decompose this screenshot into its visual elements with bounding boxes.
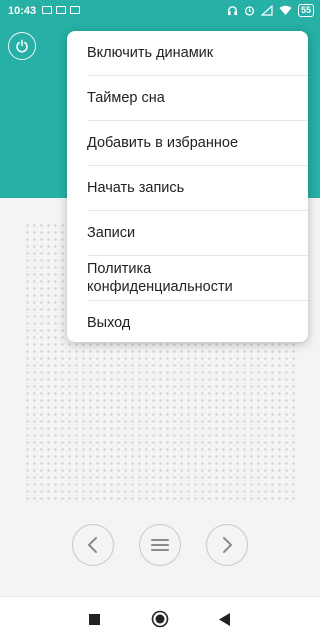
system-icons: 55 — [227, 4, 314, 17]
previous-button[interactable] — [72, 524, 114, 566]
battery-indicator: 55 — [297, 4, 314, 17]
alarm-icon — [244, 6, 255, 16]
menu-item-recordings[interactable]: Записи — [87, 211, 308, 256]
chevron-left-icon — [88, 537, 97, 553]
status-time: 10:43 — [8, 5, 37, 17]
notification-icons — [42, 6, 80, 14]
status-bar: 10:43 55 — [0, 0, 320, 24]
menu-item-exit[interactable]: Выход — [87, 301, 308, 345]
chevron-right-icon — [223, 537, 232, 553]
signal-icon — [260, 5, 273, 16]
recents-button[interactable] — [84, 609, 104, 629]
menu-lines-icon — [151, 539, 169, 551]
overflow-menu: Включить динамик Таймер сна Добавить в и… — [67, 31, 308, 342]
home-button[interactable] — [150, 609, 170, 629]
system-navigation-bar — [0, 596, 320, 640]
power-button[interactable] — [8, 32, 36, 60]
back-button[interactable] — [215, 609, 235, 629]
notification-icon — [56, 6, 66, 14]
menu-item-sleep-timer[interactable]: Таймер сна — [87, 76, 308, 121]
square-recents-icon — [88, 613, 100, 625]
notification-icon — [42, 6, 52, 14]
triangle-back-icon — [219, 612, 230, 626]
wifi-icon — [279, 5, 292, 15]
next-button[interactable] — [206, 524, 248, 566]
menu-item-start-recording[interactable]: Начать запись — [87, 166, 308, 211]
power-icon — [16, 39, 28, 53]
menu-item-privacy-policy[interactable]: Политика конфиденциальности — [87, 256, 308, 301]
menu-item-add-favorite[interactable]: Добавить в избранное — [87, 121, 308, 166]
headphones-icon — [227, 6, 238, 16]
notification-icon — [70, 6, 80, 14]
menu-item-speaker[interactable]: Включить динамик — [87, 31, 308, 76]
circle-home-icon — [151, 610, 169, 628]
list-button[interactable] — [139, 524, 181, 566]
